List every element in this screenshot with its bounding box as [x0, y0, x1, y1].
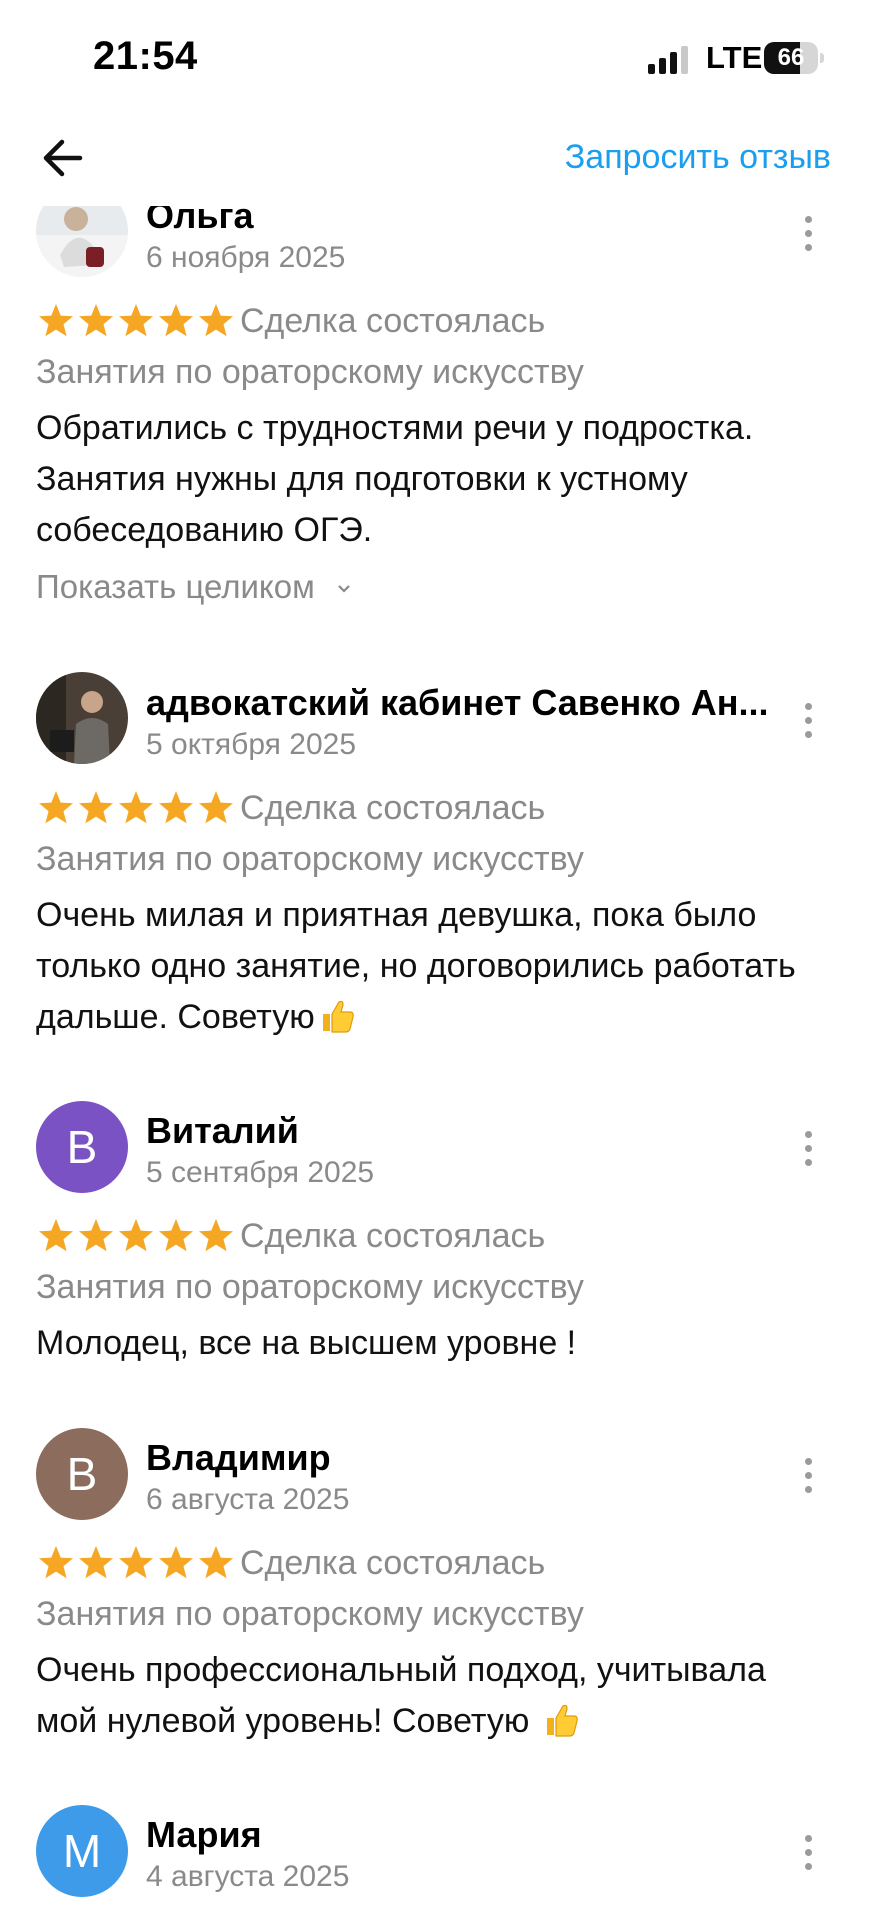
reviewer-name: Мария	[146, 1814, 262, 1855]
avatar[interactable]: В	[36, 1428, 128, 1520]
deal-status: Сделка состоялась	[240, 789, 546, 827]
thumbs-up-icon	[322, 1000, 354, 1033]
avatar[interactable]: В	[36, 1101, 128, 1193]
review-date: 5 октября 2025	[146, 728, 356, 761]
avatar-letter: М	[62, 1825, 102, 1877]
star-icon	[159, 791, 193, 824]
rating-stars	[36, 301, 236, 341]
arrow-left-icon	[43, 139, 83, 177]
rating-stars	[36, 1216, 236, 1256]
star-icon	[79, 1219, 113, 1252]
top-bar: Запросить отзыв	[0, 110, 887, 206]
chevron-down-icon	[338, 585, 350, 593]
reviews-list: Ольга 6 ноября 2025 Сделка состоялась За…	[0, 0, 887, 1920]
review-date: 6 ноября 2025	[146, 241, 346, 274]
back-button[interactable]	[36, 132, 92, 184]
review-date: 5 сентября 2025	[146, 1156, 375, 1189]
avatar[interactable]: М	[36, 1805, 128, 1897]
star-icon	[39, 791, 73, 824]
star-icon	[199, 1219, 233, 1252]
review-text: Молодец, все на высшем уровне !	[36, 1324, 577, 1362]
star-icon	[159, 1546, 193, 1579]
star-icon	[119, 1219, 153, 1252]
star-icon	[79, 791, 113, 824]
star-icon	[119, 791, 153, 824]
more-options-button[interactable]	[790, 1448, 826, 1504]
deal-status: Сделка состоялась	[240, 1544, 546, 1582]
review-date: 4 августа 2025	[146, 1860, 350, 1893]
star-icon	[39, 1546, 73, 1579]
service-name: Занятия по ораторскому искусству	[36, 353, 584, 391]
request-review-link[interactable]: Запросить отзыв	[565, 138, 831, 177]
show-full-button[interactable]: Показать целиком	[36, 568, 352, 606]
review-text: Очень милая и приятная девушка, пока был…	[36, 896, 796, 1036]
more-options-button[interactable]	[790, 1121, 826, 1177]
star-icon	[199, 304, 233, 337]
star-icon	[39, 1219, 73, 1252]
star-icon	[119, 304, 153, 337]
service-name: Занятия по ораторскому искусству	[36, 840, 584, 878]
avatar[interactable]	[36, 672, 128, 764]
star-icon	[159, 1219, 193, 1252]
deal-status: Сделка состоялась	[240, 1217, 546, 1255]
thumbs-up-icon	[546, 1704, 578, 1737]
deal-status: Сделка состоялась	[240, 302, 546, 340]
reviewer-name: адвокатский кабинет Савенко Ан...	[146, 682, 769, 723]
rating-stars	[36, 1543, 236, 1583]
star-icon	[199, 791, 233, 824]
avatar-letter: В	[66, 1121, 98, 1173]
reviewer-name: Владимир	[146, 1437, 331, 1478]
service-name: Занятия по ораторскому искусству	[36, 1268, 584, 1306]
avatar-letter: В	[66, 1448, 98, 1500]
review-text: Очень профессиональный подход, учитывала…	[36, 1651, 766, 1740]
star-icon	[79, 304, 113, 337]
more-options-button[interactable]	[790, 206, 826, 262]
reviewer-name: Виталий	[146, 1110, 299, 1151]
star-icon	[119, 1546, 153, 1579]
more-options-button[interactable]	[790, 693, 826, 749]
rating-stars	[36, 788, 236, 828]
star-icon	[79, 1546, 113, 1579]
star-icon	[159, 304, 193, 337]
review-text: Обратились с трудностями речи у подростк…	[36, 409, 754, 549]
more-options-button[interactable]	[790, 1825, 826, 1881]
avatar-photo	[36, 672, 128, 764]
star-icon	[39, 304, 73, 337]
star-icon	[199, 1546, 233, 1579]
service-name: Занятия по ораторскому искусству	[36, 1595, 584, 1633]
review-date: 6 августа 2025	[146, 1483, 350, 1516]
